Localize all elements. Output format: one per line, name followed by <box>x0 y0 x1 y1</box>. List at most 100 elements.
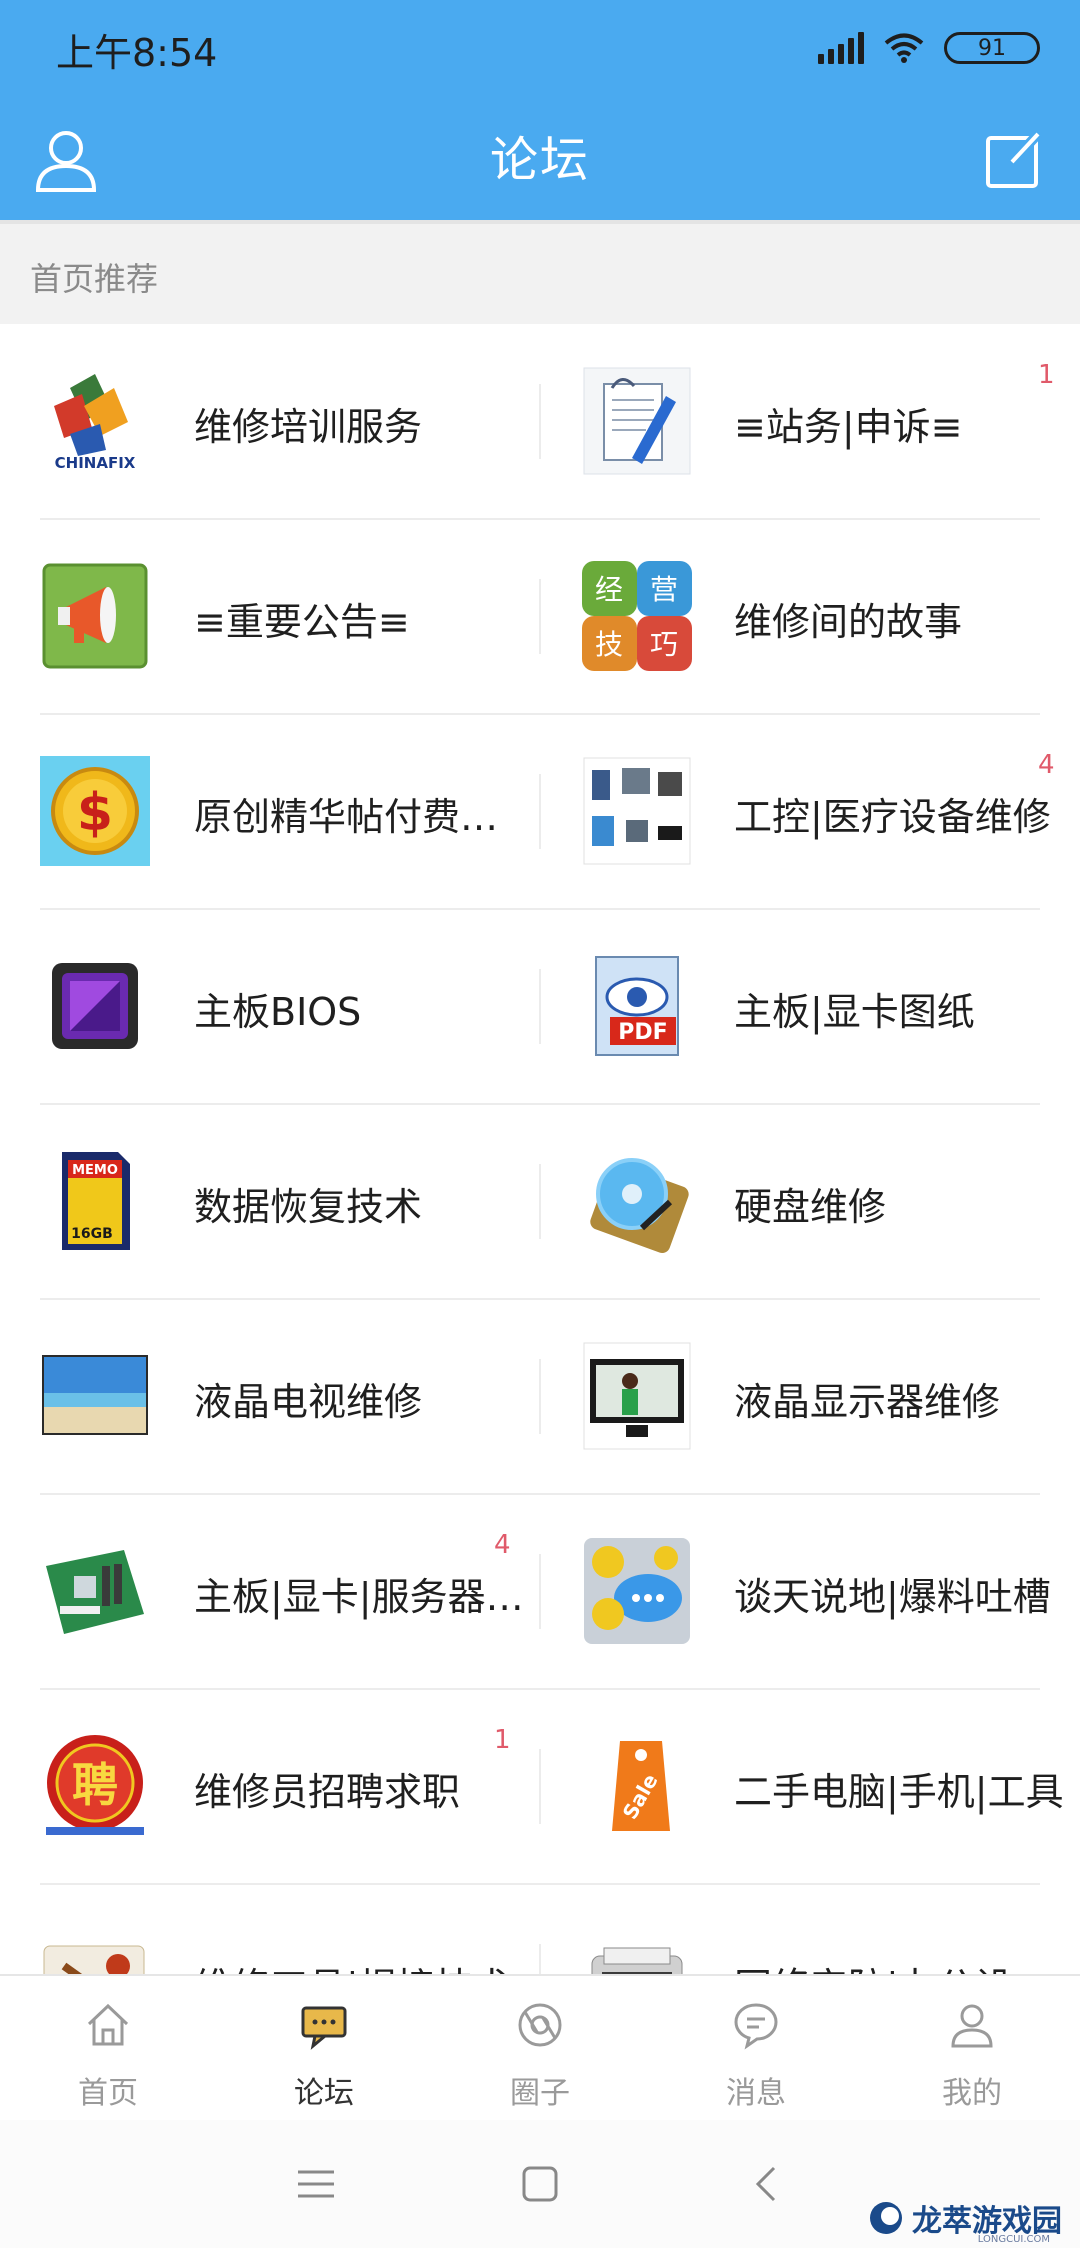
status-icons: 91 <box>818 28 1040 68</box>
forum-name: 维修培训服务 <box>194 405 423 449</box>
tools-icon <box>43 1945 145 1974</box>
tab-label: 圈子 <box>510 2076 570 2111</box>
compose-icon[interactable] <box>978 124 1050 196</box>
forum-item[interactable]: 经 营 技 巧 维修间的故事 <box>540 519 1080 714</box>
watermark-subtext: LONGCUI.COM <box>977 2234 1050 2245</box>
tab-label: 论坛 <box>294 2076 354 2111</box>
sale-tag-icon: Sale <box>612 1741 670 1831</box>
column-divider <box>539 384 541 459</box>
forum-item[interactable]: $ 原创精华帖付费… <box>0 714 540 909</box>
circle-icon <box>518 2003 562 2047</box>
svg-text:营: 营 <box>650 573 678 606</box>
hard-disk-icon <box>590 1158 689 1253</box>
tab-profile[interactable]: 我的 <box>864 1976 1080 2122</box>
tab-circle[interactable]: 圈子 <box>432 1976 648 2122</box>
status-bar: 上午8:54 91 <box>0 0 1080 100</box>
recruit-seal-icon: 聘 <box>46 1735 144 1835</box>
message-icon <box>734 2003 778 2050</box>
chip-icon <box>52 963 138 1049</box>
motherboard-icon <box>46 1550 144 1634</box>
forum-item[interactable]: 主板BIOS <box>0 909 540 1104</box>
forum-name: ≡站务|申诉≡ <box>734 405 963 449</box>
printer-icon <box>591 1947 683 1974</box>
column-divider <box>539 969 541 1044</box>
profile-icon <box>951 2004 993 2048</box>
forum-name: 原创精华帖付费… <box>194 795 499 839</box>
forum-name: 主板|显卡图纸 <box>734 990 975 1034</box>
forum-icon <box>301 2006 347 2050</box>
pdf-eye-icon: PDF <box>595 956 679 1056</box>
forum-name: 网络安防|办公设 <box>734 1956 1013 1974</box>
svg-text:PDF: PDF <box>618 1020 667 1045</box>
forum-item[interactable]: 谈天说地|爆料吐槽 <box>540 1494 1080 1689</box>
forum-item[interactable]: 液晶显示器维修 <box>540 1299 1080 1494</box>
forum-item[interactable]: CHINAFIX 维修培训服务 <box>0 324 540 519</box>
column-divider <box>539 1554 541 1629</box>
unread-badge: 1 <box>494 1725 511 1755</box>
back-icon[interactable] <box>744 2160 792 2208</box>
svg-text:技: 技 <box>595 628 623 661</box>
monitor-icon <box>583 1342 691 1450</box>
svg-text:聘: 聘 <box>72 1758 118 1812</box>
forum-item[interactable]: 硬盘维修 <box>540 1104 1080 1299</box>
wifi-icon <box>884 33 924 63</box>
svg-text:巧: 巧 <box>650 628 678 661</box>
watermark-logo-icon <box>870 2202 902 2234</box>
unread-badge: 4 <box>1038 750 1055 780</box>
tab-forum[interactable]: 论坛 <box>216 1976 432 2122</box>
business-tips-icon: 经 营 技 巧 <box>582 561 692 671</box>
forum-item[interactable]: PDF 主板|显卡图纸 <box>540 909 1080 1104</box>
home-button-icon[interactable] <box>516 2160 564 2208</box>
column-divider <box>539 579 541 654</box>
forum-name: 二手电脑|手机|工具 <box>734 1770 1064 1814</box>
chat-bubbles-icon <box>584 1538 690 1644</box>
forum-item[interactable]: ≡站务|申诉≡ 1 <box>540 324 1080 519</box>
forum-name: 工控|医疗设备维修 <box>734 795 1051 839</box>
battery-indicator: 91 <box>944 32 1040 64</box>
forum-item[interactable]: 网络安防|办公设 <box>540 1884 1080 1974</box>
status-time: 上午8:54 <box>56 31 218 75</box>
equipment-icon <box>583 757 691 865</box>
menu-icon[interactable] <box>292 2160 340 2208</box>
unread-badge: 4 <box>494 1530 511 1560</box>
column-divider <box>539 1749 541 1824</box>
forum-item[interactable]: ≡重要公告≡ <box>0 519 540 714</box>
document-pen-icon <box>583 367 691 475</box>
column-divider <box>539 1359 541 1434</box>
forum-name: 主板|显卡|服务器… <box>194 1575 524 1619</box>
home-icon <box>87 2003 129 2046</box>
tab-label: 首页 <box>78 2076 138 2111</box>
signal-icon <box>818 32 864 64</box>
forum-item[interactable]: 主板|显卡|服务器… 4 <box>0 1494 540 1689</box>
forum-item[interactable]: 液晶电视维修 <box>0 1299 540 1494</box>
svg-text:16GB: 16GB <box>71 1226 113 1242</box>
forum-item[interactable]: 工控|医疗设备维修 4 <box>540 714 1080 909</box>
forum-name: 硬盘维修 <box>734 1185 887 1229</box>
forum-name: 维修工具|焊接技术 <box>194 1956 511 1974</box>
megaphone-icon <box>42 563 148 669</box>
forum-item[interactable]: Sale 二手电脑|手机|工具 <box>540 1689 1080 1884</box>
forum-name: 维修员招聘求职 <box>194 1770 461 1814</box>
tab-messages[interactable]: 消息 <box>648 1976 864 2122</box>
forum-item[interactable]: MEMO 16GB 数据恢复技术 <box>0 1104 540 1299</box>
forum-name: 液晶电视维修 <box>194 1380 423 1424</box>
column-divider <box>539 774 541 849</box>
section-title: 首页推荐 <box>30 260 159 298</box>
tab-home[interactable]: 首页 <box>0 1976 216 2122</box>
forum-name: 主板BIOS <box>194 990 362 1034</box>
forum-item[interactable]: 聘 维修员招聘求职 1 <box>0 1689 540 1884</box>
forum-item[interactable]: 维修工具|焊接技术 <box>0 1884 540 1974</box>
tab-label: 消息 <box>726 2076 786 2111</box>
dollar-coin-icon: $ <box>40 756 150 866</box>
memory-card-icon: MEMO 16GB <box>62 1152 130 1250</box>
svg-text:MEMO: MEMO <box>72 1163 118 1178</box>
page-title: 论坛 <box>489 132 590 188</box>
column-divider <box>539 1164 541 1239</box>
forum-name: ≡重要公告≡ <box>194 600 410 644</box>
forum-name: 数据恢复技术 <box>194 1185 423 1229</box>
svg-text:经: 经 <box>595 573 623 606</box>
svg-text:CHINAFIX: CHINAFIX <box>55 454 136 472</box>
forum-grid: CHINAFIX 维修培训服务 ≡站务|申诉≡ 1 ≡重要公告≡ 经 营 技 巧… <box>0 324 1080 1974</box>
section-header: 首页推荐 <box>0 220 1080 324</box>
column-divider <box>539 1944 541 1974</box>
